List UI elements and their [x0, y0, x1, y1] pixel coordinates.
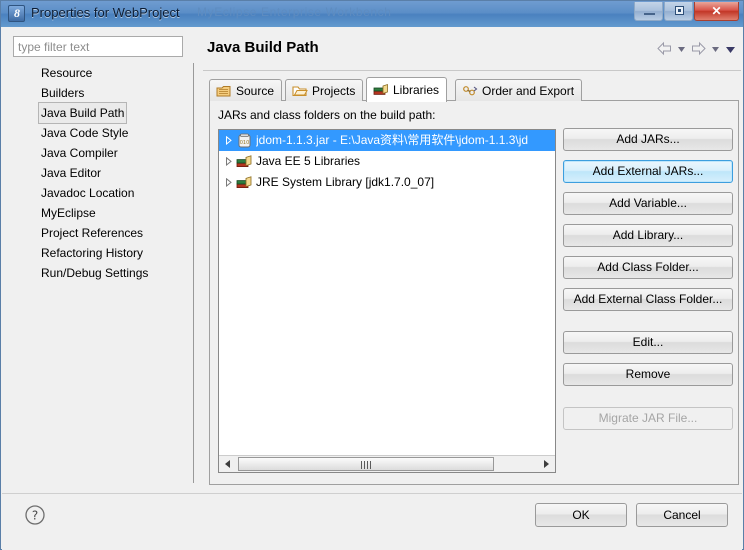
- sidebar-item-myeclipse[interactable]: MyEclipse: [13, 203, 193, 223]
- tab-label: Order and Export: [482, 83, 575, 98]
- sidebar-item-label: Javadoc Location: [41, 186, 135, 200]
- library-icon: [236, 175, 253, 191]
- edit-button[interactable]: Edit...: [563, 331, 733, 354]
- expander-icon[interactable]: [222, 172, 236, 193]
- title-bar: MyEclipse Enterprise Workbench 8 Propert…: [1, 1, 743, 27]
- svg-text:010: 010: [240, 140, 250, 146]
- expander-icon[interactable]: [222, 151, 236, 172]
- sidebar-item-label: MyEclipse: [41, 206, 96, 220]
- tab-strip: Source Projects Libraries Order and Expo…: [209, 77, 739, 102]
- svg-text:?: ?: [32, 509, 38, 523]
- tab-order-and-export[interactable]: Order and Export: [455, 79, 583, 101]
- sidebar-item-project-references[interactable]: Project References: [13, 223, 193, 243]
- tab-libraries[interactable]: Libraries: [366, 77, 448, 102]
- close-button[interactable]: ✕: [694, 2, 739, 21]
- migrate-jar-file-button: Migrate JAR File...: [563, 407, 733, 430]
- view-menu-icon[interactable]: [724, 42, 735, 56]
- list-item[interactable]: 010 jdom-1.1.3.jar - E:\Java资料\常用软件\jdom…: [219, 130, 555, 151]
- window-title: Properties for WebProject: [31, 5, 180, 20]
- list-item-label: Java EE 5 Libraries: [256, 154, 361, 168]
- horizontal-scrollbar[interactable]: [219, 455, 555, 472]
- close-icon: ✕: [711, 4, 722, 18]
- sidebar-item-java-editor[interactable]: Java Editor: [13, 163, 193, 183]
- sidebar-item-resource[interactable]: Resource: [13, 63, 193, 83]
- pane-label: JARs and class folders on the build path…: [218, 108, 436, 122]
- sidebar-item-java-build-path[interactable]: Java Build Path: [13, 102, 193, 124]
- add-external-jars-button[interactable]: Add External JARs...: [563, 160, 733, 183]
- library-icon: [236, 154, 253, 170]
- main-panel: Java Build Path Source Projects Librarie…: [203, 27, 741, 491]
- settings-tree[interactable]: Resource Builders Java Build Path Java C…: [13, 63, 194, 483]
- sidebar-item-label: Builders: [41, 86, 85, 100]
- sidebar-item-label: Java Build Path: [38, 102, 128, 124]
- ok-button[interactable]: OK: [535, 503, 627, 527]
- sidebar-item-java-code-style[interactable]: Java Code Style: [13, 123, 193, 143]
- page-title: Java Build Path: [207, 39, 319, 56]
- footer-buttons: OK Cancel: [535, 503, 728, 527]
- scroll-left-arrow-icon[interactable]: [220, 456, 236, 472]
- tab-source[interactable]: Source: [209, 79, 283, 101]
- add-jars-button[interactable]: Add JARs...: [563, 128, 733, 151]
- add-class-folder-button[interactable]: Add Class Folder...: [563, 256, 733, 279]
- list-item-label: jdom-1.1.3.jar - E:\Java资料\常用软件\jdom-1.1…: [256, 133, 529, 147]
- classpath-list[interactable]: 010 jdom-1.1.3.jar - E:\Java资料\常用软件\jdom…: [218, 129, 556, 473]
- forward-arrow-icon[interactable]: [690, 41, 707, 56]
- dialog-footer: ? OK Cancel: [2, 493, 742, 550]
- sidebar-item-label: Java Editor: [41, 166, 102, 180]
- expander-icon[interactable]: [222, 130, 236, 151]
- header-separator: [203, 70, 741, 71]
- folder-icon: [292, 84, 308, 98]
- properties-dialog: MyEclipse Enterprise Workbench 8 Propert…: [0, 0, 744, 550]
- properties-window-icon: 8: [8, 5, 25, 22]
- sidebar-item-label: Project References: [41, 226, 144, 240]
- sidebar-item-label: Java Compiler: [41, 146, 118, 160]
- jar-icon: 010: [236, 133, 253, 149]
- background-window-title: MyEclipse Enterprise Workbench: [197, 5, 392, 19]
- search-input[interactable]: [18, 39, 178, 54]
- sidebar-item-java-compiler[interactable]: Java Compiler: [13, 143, 193, 163]
- list-item[interactable]: Java EE 5 Libraries: [219, 151, 555, 172]
- help-icon[interactable]: ?: [24, 504, 46, 526]
- maximize-button[interactable]: [664, 2, 693, 21]
- sidebar-item-javadoc-location[interactable]: Javadoc Location: [13, 183, 193, 203]
- back-arrow-icon[interactable]: [656, 41, 673, 56]
- tab-label: Source: [236, 83, 275, 98]
- tab-label: Projects: [312, 83, 356, 98]
- sidebar-item-run-debug-settings[interactable]: Run/Debug Settings: [13, 263, 193, 283]
- remove-button[interactable]: Remove: [563, 363, 733, 386]
- sidebar-item-label: Run/Debug Settings: [41, 266, 149, 280]
- tab-label: Libraries: [393, 83, 440, 97]
- minimize-button[interactable]: [634, 2, 663, 21]
- add-variable-button[interactable]: Add Variable...: [563, 192, 733, 215]
- sidebar-item-builders[interactable]: Builders: [13, 83, 193, 103]
- add-external-class-folder-button[interactable]: Add External Class Folder...: [563, 288, 733, 311]
- dialog-body: Resource Builders Java Build Path Java C…: [2, 27, 742, 493]
- sidebar-item-label: Resource: [41, 66, 93, 80]
- package-icon: [216, 84, 232, 98]
- libraries-pane: JARs and class folders on the build path…: [209, 101, 739, 485]
- add-library-button[interactable]: Add Library...: [563, 224, 733, 247]
- sidebar-item-label: Java Code Style: [41, 126, 129, 140]
- forward-dropdown-icon[interactable]: [710, 42, 721, 56]
- list-item-label: JRE System Library [jdk1.7.0_07]: [256, 175, 435, 189]
- action-button-column: Add JARs... Add External JARs... Add Var…: [563, 128, 733, 439]
- filter-box[interactable]: [13, 36, 183, 57]
- list-item[interactable]: JRE System Library [jdk1.7.0_07]: [219, 172, 555, 193]
- order-export-icon: [462, 84, 478, 98]
- back-dropdown-icon[interactable]: [676, 42, 687, 56]
- tab-projects[interactable]: Projects: [285, 79, 364, 101]
- scroll-right-arrow-icon[interactable]: [538, 456, 554, 472]
- cancel-button[interactable]: Cancel: [636, 503, 728, 527]
- sidebar-item-refactoring-history[interactable]: Refactoring History: [13, 243, 193, 263]
- navigation-bar: [656, 41, 735, 56]
- books-icon: [373, 83, 389, 97]
- window-controls: ✕: [633, 2, 739, 21]
- scroll-grip-icon: [361, 461, 371, 469]
- horizontal-scroll-thumb[interactable]: [238, 457, 494, 471]
- sidebar-item-label: Refactoring History: [41, 246, 144, 260]
